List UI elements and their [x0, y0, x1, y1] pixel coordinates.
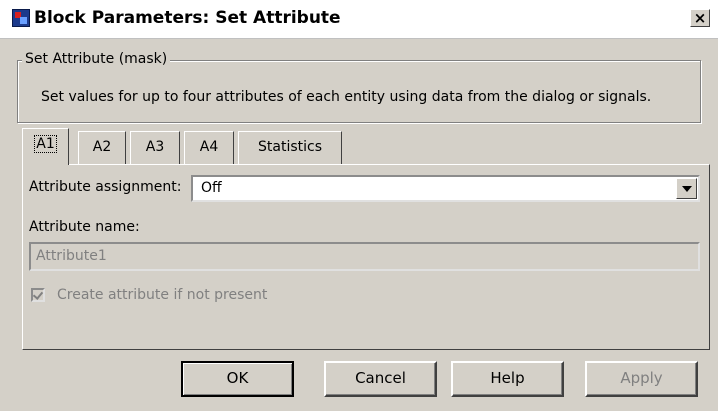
close-button[interactable]: ×: [690, 9, 710, 27]
mask-description: Set values for up to four attributes of …: [41, 89, 652, 105]
title-bar[interactable]: Block Parameters: Set Attribute ×: [0, 0, 718, 39]
window-title: Block Parameters: Set Attribute: [34, 8, 341, 28]
attribute-assignment-select[interactable]: Off: [191, 175, 700, 202]
attribute-name-label: Attribute name:: [29, 219, 140, 235]
tab-statistics[interactable]: Statistics: [238, 131, 342, 164]
mask-group-label: Set Attribute (mask): [22, 51, 171, 67]
chevron-down-icon[interactable]: [676, 178, 697, 199]
create-attribute-label: Create attribute if not present: [57, 287, 268, 303]
close-icon: ×: [693, 9, 707, 27]
attribute-assignment-label: Attribute assignment:: [29, 179, 182, 195]
help-button[interactable]: Help: [451, 361, 564, 397]
attribute-name-value: Attribute1: [36, 248, 107, 264]
simulink-block-icon: [12, 9, 30, 27]
tab-a2[interactable]: A2: [78, 131, 126, 164]
block-parameters-dialog: Block Parameters: Set Attribute × Set At…: [0, 0, 718, 411]
tab-a3[interactable]: A3: [130, 131, 180, 164]
ok-button[interactable]: OK: [181, 361, 294, 397]
tab-a4[interactable]: A4: [184, 131, 234, 164]
apply-button[interactable]: Apply: [585, 361, 698, 397]
create-attribute-checkbox[interactable]: [31, 288, 45, 302]
attribute-name-field[interactable]: Attribute1: [29, 242, 700, 271]
cancel-button[interactable]: Cancel: [324, 361, 437, 397]
attribute-assignment-value: Off: [201, 180, 222, 196]
tab-a1[interactable]: A1: [22, 128, 69, 165]
